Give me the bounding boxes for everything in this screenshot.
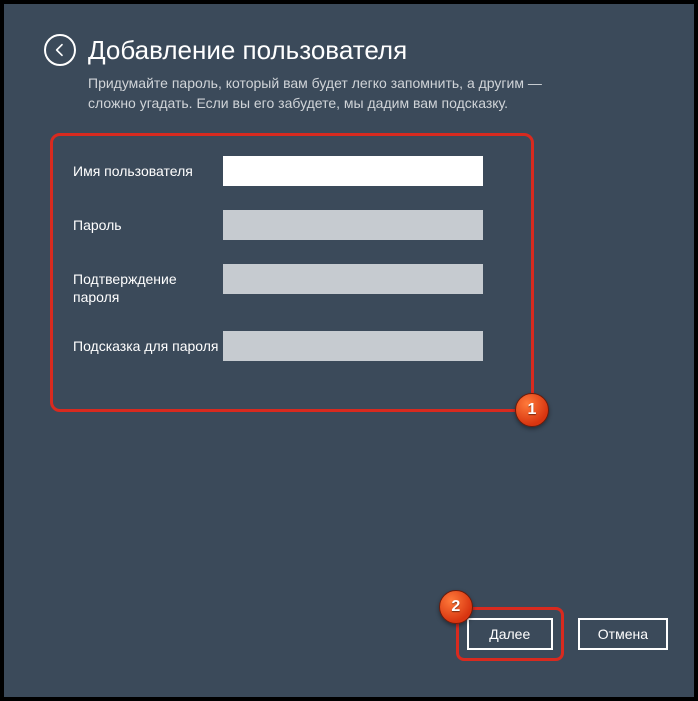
annotation-badge-2: 2 <box>439 590 473 624</box>
add-user-window: Добавление пользователя Придумайте парол… <box>4 4 694 697</box>
description-text: Придумайте пароль, который вам будет лег… <box>88 74 588 113</box>
confirm-label: Подтверждение пароля <box>73 264 223 306</box>
arrow-left-icon <box>52 42 68 58</box>
button-area: 2 Далее Отмена <box>456 607 668 661</box>
cancel-button[interactable]: Отмена <box>578 618 668 650</box>
hint-row: Подсказка для пароля <box>73 331 503 361</box>
next-highlight-area: 2 Далее <box>456 607 564 661</box>
page-title: Добавление пользователя <box>88 35 407 66</box>
confirm-password-input[interactable] <box>223 264 483 294</box>
hint-label: Подсказка для пароля <box>73 331 223 355</box>
annotation-badge-1: 1 <box>515 393 549 427</box>
password-label: Пароль <box>73 210 223 234</box>
username-label: Имя пользователя <box>73 156 223 180</box>
username-row: Имя пользователя <box>73 156 503 186</box>
back-button[interactable] <box>44 34 76 66</box>
username-input[interactable] <box>223 156 483 186</box>
password-row: Пароль <box>73 210 503 240</box>
header: Добавление пользователя <box>44 34 654 66</box>
password-hint-input[interactable] <box>223 331 483 361</box>
password-input[interactable] <box>223 210 483 240</box>
next-button[interactable]: Далее <box>467 618 553 650</box>
form-highlight-area: Имя пользователя Пароль Подтверждение па… <box>50 133 534 411</box>
confirm-row: Подтверждение пароля <box>73 264 503 306</box>
